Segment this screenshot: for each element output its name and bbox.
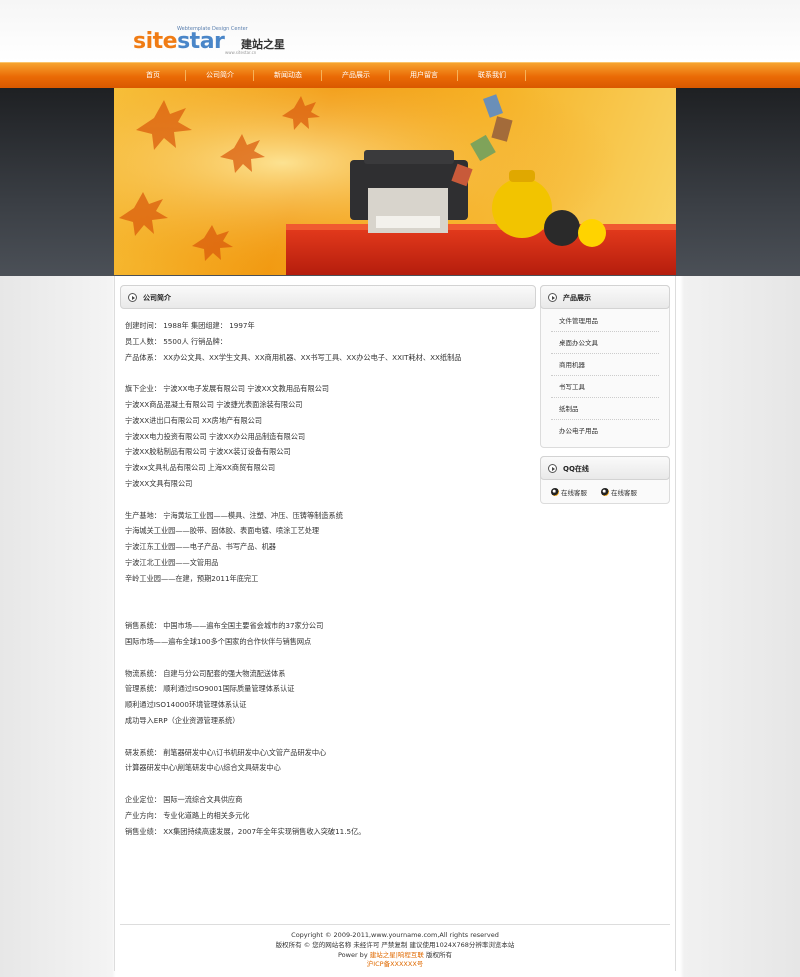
content-line: 宁波XX文具有限公司 [125,478,193,488]
company-intro-header: 公司简介 [120,285,536,309]
content-line [125,729,530,745]
content-line: 产品体系： XX办公文具、XX学生文具、XX商用机器、XX书写工具、XX办公电子… [125,352,462,362]
company-intro-content: 创建时间： 1988年 集团组建： 1997年 员工人数： 5500人 行销品牌：… [125,318,530,839]
qq-service-label: 在线客服 [561,489,587,497]
main-navigation: 首页 公司简介 新闻动态 产品展示 用户留言 联系我们 [0,62,800,88]
qq-penguin-icon [551,488,559,496]
qq-service-link[interactable]: 在线客服 [601,487,637,497]
content-line: 企业定位： 国际一流综合文具供应商 [125,794,243,804]
content-line: 销售业绩： XX集团持续高速发展，2007年全年实现销售收入突破11.5亿。 [125,826,366,836]
product-category-title: 产品展示 [563,294,591,302]
qq-online-title: QQ在线 [563,465,589,473]
footer: Copyright © 2009-2011,www.yourname.com,A… [114,931,676,970]
nav-item-label: 首页 [146,71,160,79]
nav-item-2[interactable]: 新闻动态 [254,63,322,89]
qq-online-header: QQ在线 [540,456,670,480]
content-line: 计算器研发中心\削笔研发中心\综合文具研发中心 [125,763,281,773]
nav-item-label: 用户留言 [410,71,438,79]
product-category-list: 文件管理用品 桌面办公文具 商用机器 书写工具 纸制品 办公电子用品 [541,310,669,442]
nav-separator [525,70,526,81]
content-line: 旗下企业： 宁波XX电子发展有限公司 宁波XX文教用品有限公司 [125,384,329,394]
product-category-item[interactable]: 桌面办公文具 [551,332,659,354]
content-line [125,587,530,603]
content-line: 宁波XX商品混凝土有限公司 宁波捷光表面涂装有限公司 [125,399,303,409]
footer-notice: 版权所有 © 您的网站名称 未经许可 严禁复制 建议使用1024X768分辨率浏… [275,940,515,949]
content-line: 创建时间： 1988年 集团组建： 1997年 [125,321,255,330]
content-line: 宁波xx文具礼品有限公司 上海XX商贸有限公司 [125,463,276,473]
content-line: 宁海城关工业园——胶带、固体胶、表面电镀、喷涂工艺处理 [125,526,320,536]
footer-power-suffix: 版权所有 [423,950,453,959]
content-line: 辛岭工业园——在建，预期2011年底完工 [125,573,259,583]
footer-power-link[interactable]: 建站之星|响程互联 [370,951,424,959]
product-category-item[interactable]: 商用机器 [551,354,659,376]
company-intro-title: 公司简介 [143,294,171,302]
logo-star-text: star [177,29,225,54]
logo-wordmark: sitestar [133,29,225,54]
content-line: 研发系统： 削笔器研发中心\订书机研发中心\文管产品研发中心 [125,747,327,757]
content-line: 国际市场——遍布全球100多个国家的合作伙伴与销售网点 [125,636,312,646]
qq-online-box: QQ在线 在线客服 在线客服 [540,456,670,504]
footer-power-prefix: Power by [337,950,370,959]
qq-penguin-icon [601,488,609,496]
nav-item-5[interactable]: 联系我们 [458,63,526,89]
banner-image [114,88,676,275]
play-circle-icon [128,293,137,302]
content-line [125,602,530,618]
qq-service-link[interactable]: 在线客服 [551,487,587,497]
content-line: 宁波XX电力投资有限公司 宁波XX办公用品制造有限公司 [125,431,306,441]
content-line: 宁波江东工业园——电子产品、书写产品、机器 [125,542,276,552]
content-line: 管理系统： 顺利通过ISO9001国际质量管理体系认证 [125,684,295,694]
nav-item-3[interactable]: 产品展示 [322,63,390,89]
content-line: 宁波XX胶粘制品有限公司 宁波XX装订设备有限公司 [125,447,291,457]
nav-item-label: 联系我们 [478,71,506,79]
footer-divider [120,924,670,925]
product-category-item[interactable]: 纸制品 [551,398,659,420]
red-platform [286,228,676,275]
nav-item-4[interactable]: 用户留言 [390,63,458,89]
content-line: 宁波XX进出口有限公司 XX房地产有限公司 [125,415,262,425]
nav-item-label: 新闻动态 [274,71,302,79]
content-line: 顺利通过ISO14000环境管理体系认证 [125,700,247,710]
content-line [125,650,530,666]
nav-item-0[interactable]: 首页 [120,63,186,89]
header: Webtemplate Design Center sitestar 建站之星 … [0,0,800,62]
content-line [125,776,530,792]
content-line: 成功导入ERP（企业资源管理系统） [125,715,240,725]
product-category-header: 产品展示 [540,285,670,309]
product-category-item[interactable]: 办公电子用品 [551,420,659,442]
content-line: 宁波江北工业园——文管用品 [125,557,219,567]
nav-item-label: 公司简介 [206,71,234,79]
play-circle-icon [548,293,557,302]
logo-url: www.sitestar.cn [225,50,257,55]
footer-icp-link[interactable]: 沪ICP备XXXXXX号 [114,960,676,970]
footer-copyright: Copyright © 2009-2011,www.yourname.com,A… [291,931,499,939]
content-line: 物流系统： 自建与分公司配套的强大物流配送体系 [125,668,286,678]
banner-illustration [114,88,676,275]
logo-site-text: site [133,29,178,54]
nav-item-1[interactable]: 公司简介 [186,63,254,89]
qq-service-label: 在线客服 [611,489,637,497]
content-line: 销售系统： 中国市场——遍布全国主要省会城市的37家分公司 [125,621,324,631]
content-line: 产业方向： 专业化道路上的相关多元化 [125,810,250,820]
footer-power: Power by 建站之星|响程互联 版权所有 [114,951,676,961]
content-line [125,492,530,508]
product-category-item[interactable]: 文件管理用品 [551,310,659,332]
content-line [125,365,530,381]
content-line: 生产基地： 宁海黄坛工业园——模具、注塑、冲压、压铸等制造系统 [125,510,343,520]
product-category-box: 产品展示 文件管理用品 桌面办公文具 商用机器 书写工具 纸制品 办公电子用品 [540,285,670,448]
product-category-item[interactable]: 书写工具 [551,376,659,398]
content-line: 员工人数： 5500人 行销品牌： [125,336,227,346]
nav-item-label: 产品展示 [342,71,370,79]
play-circle-icon [548,464,557,473]
